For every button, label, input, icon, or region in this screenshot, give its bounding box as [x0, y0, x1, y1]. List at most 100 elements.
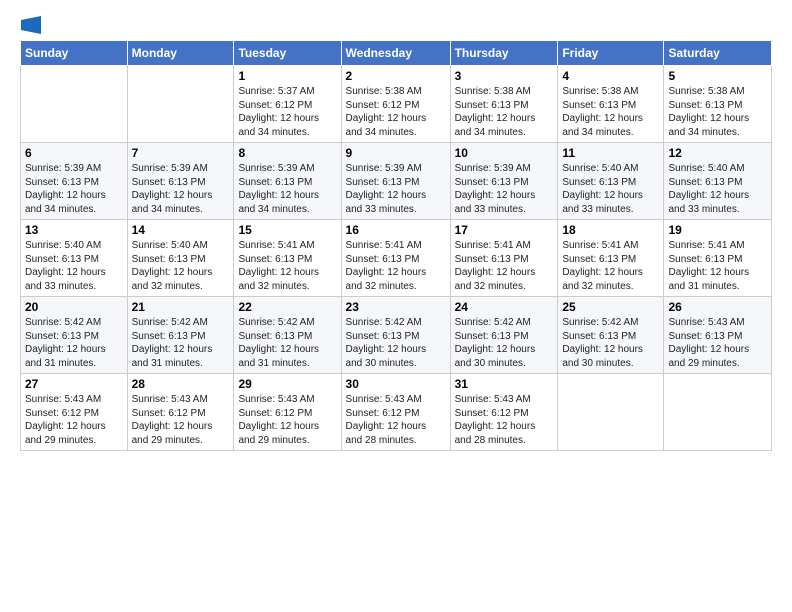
day-info: Sunrise: 5:42 AM Sunset: 6:13 PM Dayligh…: [346, 316, 446, 370]
day-cell: [558, 374, 664, 451]
day-number: 26: [668, 300, 767, 314]
day-info: Sunrise: 5:38 AM Sunset: 6:13 PM Dayligh…: [455, 85, 554, 139]
day-cell: 16 Sunrise: 5:41 AM Sunset: 6:13 PM Dayli…: [341, 220, 450, 297]
day-number: 30: [346, 377, 446, 391]
day-number: 23: [346, 300, 446, 314]
day-info: Sunrise: 5:42 AM Sunset: 6:13 PM Dayligh…: [238, 316, 336, 370]
day-info: Sunrise: 5:43 AM Sunset: 6:12 PM Dayligh…: [132, 393, 230, 447]
day-number: 24: [455, 300, 554, 314]
calendar: SundayMondayTuesdayWednesdayThursdayFrid…: [20, 40, 772, 451]
day-cell: 12 Sunrise: 5:40 AM Sunset: 6:13 PM Dayli…: [664, 143, 772, 220]
day-info: Sunrise: 5:38 AM Sunset: 6:12 PM Dayligh…: [346, 85, 446, 139]
weekday-header-row: SundayMondayTuesdayWednesdayThursdayFrid…: [21, 41, 772, 66]
day-cell: 10 Sunrise: 5:39 AM Sunset: 6:13 PM Dayli…: [450, 143, 558, 220]
day-info: Sunrise: 5:43 AM Sunset: 6:13 PM Dayligh…: [668, 316, 767, 370]
week-row-4: 20Sunrise: 5:42 AM Sunset: 6:13 PM Dayli…: [21, 297, 772, 374]
day-info: Sunrise: 5:39 AM Sunset: 6:13 PM Dayligh…: [346, 162, 446, 216]
day-info: Sunrise: 5:39 AM Sunset: 6:13 PM Dayligh…: [25, 162, 123, 216]
day-cell: 15 Sunrise: 5:41 AM Sunset: 6:13 PM Dayli…: [234, 220, 341, 297]
weekday-header-friday: Friday: [558, 41, 664, 66]
day-number: 2: [346, 69, 446, 83]
header: [20, 16, 772, 34]
day-number: 28: [132, 377, 230, 391]
weekday-header-sunday: Sunday: [21, 41, 128, 66]
day-info: Sunrise: 5:39 AM Sunset: 6:13 PM Dayligh…: [238, 162, 336, 216]
day-cell: 29 Sunrise: 5:43 AM Sunset: 6:12 PM Dayli…: [234, 374, 341, 451]
day-info: Sunrise: 5:42 AM Sunset: 6:13 PM Dayligh…: [132, 316, 230, 370]
day-cell: 31Sunrise: 5:43 AM Sunset: 6:12 PM Dayli…: [450, 374, 558, 451]
day-number: 10: [455, 146, 554, 160]
weekday-header-saturday: Saturday: [664, 41, 772, 66]
day-number: 12: [668, 146, 767, 160]
day-info: Sunrise: 5:40 AM Sunset: 6:13 PM Dayligh…: [25, 239, 123, 293]
day-cell: 5Sunrise: 5:38 AM Sunset: 6:13 PM Daylig…: [664, 66, 772, 143]
day-number: 9: [346, 146, 446, 160]
day-cell: 26 Sunrise: 5:43 AM Sunset: 6:13 PM Dayli…: [664, 297, 772, 374]
day-info: Sunrise: 5:40 AM Sunset: 6:13 PM Dayligh…: [668, 162, 767, 216]
day-cell: 13 Sunrise: 5:40 AM Sunset: 6:13 PM Dayli…: [21, 220, 128, 297]
day-info: Sunrise: 5:43 AM Sunset: 6:12 PM Dayligh…: [346, 393, 446, 447]
day-number: 4: [562, 69, 659, 83]
day-cell: 6 Sunrise: 5:39 AM Sunset: 6:13 PM Daylig…: [21, 143, 128, 220]
day-number: 13: [25, 223, 123, 237]
day-cell: 24 Sunrise: 5:42 AM Sunset: 6:13 PM Dayli…: [450, 297, 558, 374]
weekday-header-monday: Monday: [127, 41, 234, 66]
day-cell: 2 Sunrise: 5:38 AM Sunset: 6:12 PM Daylig…: [341, 66, 450, 143]
day-number: 7: [132, 146, 230, 160]
day-number: 8: [238, 146, 336, 160]
day-cell: 28 Sunrise: 5:43 AM Sunset: 6:12 PM Dayli…: [127, 374, 234, 451]
day-info: Sunrise: 5:41 AM Sunset: 6:13 PM Dayligh…: [562, 239, 659, 293]
day-number: 29: [238, 377, 336, 391]
day-info: Sunrise: 5:39 AM Sunset: 6:13 PM Dayligh…: [455, 162, 554, 216]
day-number: 27: [25, 377, 123, 391]
day-cell: 1 Sunrise: 5:37 AM Sunset: 6:12 PM Daylig…: [234, 66, 341, 143]
day-cell: 9 Sunrise: 5:39 AM Sunset: 6:13 PM Daylig…: [341, 143, 450, 220]
day-info: Sunrise: 5:42 AM Sunset: 6:13 PM Dayligh…: [562, 316, 659, 370]
day-cell: 8 Sunrise: 5:39 AM Sunset: 6:13 PM Daylig…: [234, 143, 341, 220]
day-cell: 14Sunrise: 5:40 AM Sunset: 6:13 PM Dayli…: [127, 220, 234, 297]
logo-bird-icon: [21, 16, 41, 34]
day-cell: 7 Sunrise: 5:39 AM Sunset: 6:13 PM Daylig…: [127, 143, 234, 220]
day-cell: 27 Sunrise: 5:43 AM Sunset: 6:12 PM Dayli…: [21, 374, 128, 451]
day-cell: 23 Sunrise: 5:42 AM Sunset: 6:13 PM Dayli…: [341, 297, 450, 374]
day-number: 21: [132, 300, 230, 314]
day-number: 15: [238, 223, 336, 237]
day-info: Sunrise: 5:43 AM Sunset: 6:12 PM Dayligh…: [238, 393, 336, 447]
day-number: 16: [346, 223, 446, 237]
day-number: 31: [455, 377, 554, 391]
weekday-header-thursday: Thursday: [450, 41, 558, 66]
day-number: 14: [132, 223, 230, 237]
day-cell: 19Sunrise: 5:41 AM Sunset: 6:13 PM Dayli…: [664, 220, 772, 297]
day-number: 3: [455, 69, 554, 83]
day-number: 5: [668, 69, 767, 83]
day-cell: [21, 66, 128, 143]
day-number: 1: [238, 69, 336, 83]
day-cell: [664, 374, 772, 451]
day-cell: 30 Sunrise: 5:43 AM Sunset: 6:12 PM Dayli…: [341, 374, 450, 451]
weekday-header-wednesday: Wednesday: [341, 41, 450, 66]
week-row-5: 27 Sunrise: 5:43 AM Sunset: 6:12 PM Dayli…: [21, 374, 772, 451]
day-info: Sunrise: 5:43 AM Sunset: 6:12 PM Dayligh…: [25, 393, 123, 447]
day-number: 6: [25, 146, 123, 160]
day-info: Sunrise: 5:41 AM Sunset: 6:13 PM Dayligh…: [455, 239, 554, 293]
week-row-2: 6 Sunrise: 5:39 AM Sunset: 6:13 PM Daylig…: [21, 143, 772, 220]
week-row-3: 13 Sunrise: 5:40 AM Sunset: 6:13 PM Dayli…: [21, 220, 772, 297]
day-info: Sunrise: 5:41 AM Sunset: 6:13 PM Dayligh…: [238, 239, 336, 293]
day-info: Sunrise: 5:41 AM Sunset: 6:13 PM Dayligh…: [668, 239, 767, 293]
day-cell: 11 Sunrise: 5:40 AM Sunset: 6:13 PM Dayli…: [558, 143, 664, 220]
day-number: 25: [562, 300, 659, 314]
day-info: Sunrise: 5:42 AM Sunset: 6:13 PM Dayligh…: [455, 316, 554, 370]
day-info: Sunrise: 5:39 AM Sunset: 6:13 PM Dayligh…: [132, 162, 230, 216]
day-cell: 18 Sunrise: 5:41 AM Sunset: 6:13 PM Dayli…: [558, 220, 664, 297]
day-number: 11: [562, 146, 659, 160]
day-cell: 17Sunrise: 5:41 AM Sunset: 6:13 PM Dayli…: [450, 220, 558, 297]
day-info: Sunrise: 5:37 AM Sunset: 6:12 PM Dayligh…: [238, 85, 336, 139]
day-info: Sunrise: 5:41 AM Sunset: 6:13 PM Dayligh…: [346, 239, 446, 293]
logo: [20, 16, 41, 34]
day-number: 18: [562, 223, 659, 237]
day-cell: 21 Sunrise: 5:42 AM Sunset: 6:13 PM Dayli…: [127, 297, 234, 374]
page: SundayMondayTuesdayWednesdayThursdayFrid…: [0, 0, 792, 612]
day-cell: 3 Sunrise: 5:38 AM Sunset: 6:13 PM Daylig…: [450, 66, 558, 143]
day-info: Sunrise: 5:40 AM Sunset: 6:13 PM Dayligh…: [562, 162, 659, 216]
day-cell: 20Sunrise: 5:42 AM Sunset: 6:13 PM Dayli…: [21, 297, 128, 374]
